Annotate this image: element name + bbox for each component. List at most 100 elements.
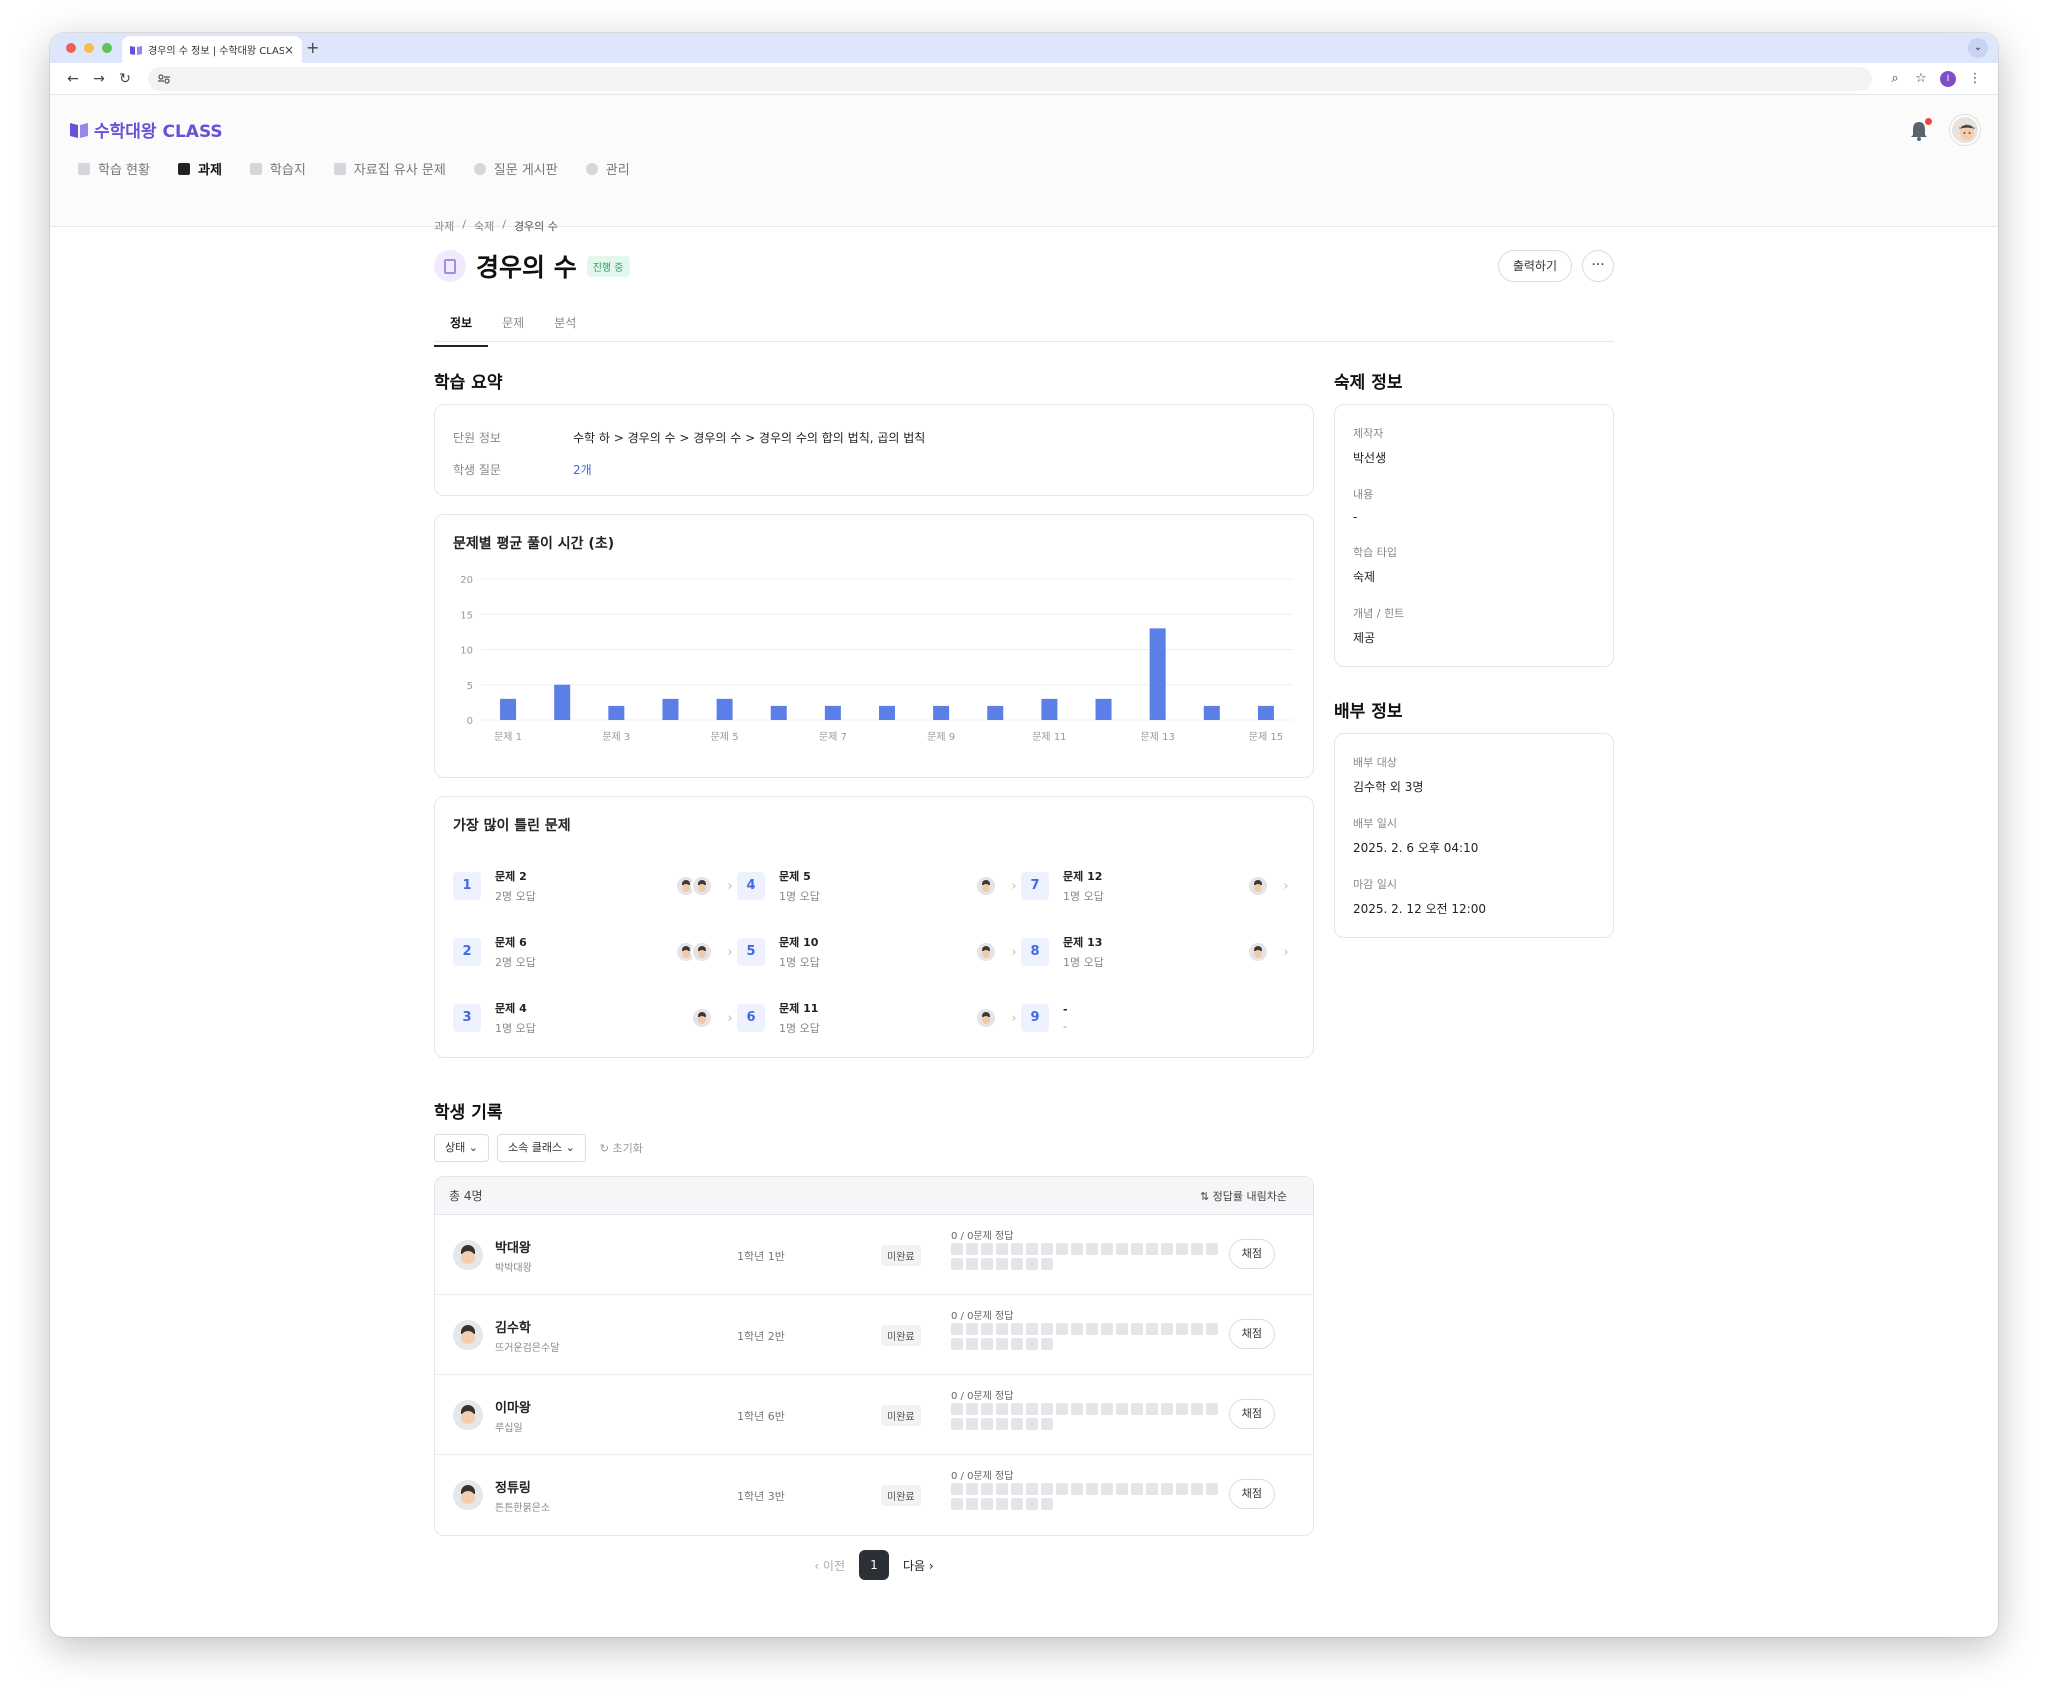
wrong-problem-item[interactable]: 6 문제 11 1명 오답 › bbox=[737, 995, 1021, 1041]
nav-question-board[interactable]: 질문 게시판 bbox=[473, 159, 558, 178]
wrong-problem-item[interactable]: 7 문제 12 1명 오답 › bbox=[1021, 863, 1293, 909]
nav-assignments[interactable]: 과제 bbox=[177, 159, 222, 178]
y-tick-label: 0 bbox=[467, 716, 473, 727]
answer-box bbox=[996, 1323, 1008, 1335]
brand-logo[interactable]: 수학대왕 CLASS bbox=[70, 117, 223, 142]
answer-box bbox=[981, 1243, 993, 1255]
next-page-button[interactable]: 다음 › bbox=[903, 1557, 934, 1574]
wrong-problem-text: 문제 11 1명 오답 bbox=[779, 1000, 981, 1036]
student-row[interactable]: 김수학 뜨거운검은수달 1학년 2반 미완료 0 / 0문제 정답 채점 bbox=[435, 1295, 1313, 1375]
answer-box bbox=[981, 1323, 993, 1335]
bar-chart: 0 5 10 15 20 문제 1 문제 3 문제 5 문제 7 문제 9 문제 11 문제 13 문제… bbox=[460, 575, 1293, 743]
bar bbox=[1149, 628, 1166, 720]
chart-title: 문제별 평균 풀이 시간 (초) bbox=[453, 536, 615, 552]
grade-button[interactable]: 채점 bbox=[1228, 1239, 1275, 1269]
forward-arrow-icon[interactable]: → bbox=[86, 71, 112, 87]
problem-name: 문제 12 bbox=[1063, 870, 1103, 883]
reload-icon[interactable]: ↻ bbox=[112, 71, 138, 87]
browser-menu-icon[interactable]: ⋮ bbox=[1962, 71, 1988, 86]
user-avatar[interactable] bbox=[1950, 115, 1980, 145]
unit-value: 수학 하 > 경우의 수 > 경우의 수 > 경우의 수의 합의 법칙, 곱의 … bbox=[573, 430, 926, 445]
tab-problems[interactable]: 문제 bbox=[502, 310, 524, 341]
wrong-problem-item[interactable]: 1 문제 2 2명 오답 › bbox=[453, 863, 737, 909]
most-wrong-grid: 1 문제 2 2명 오답 › 4 문제 5 1명 오답 › 7 문제 12 1명 오답 › 2 문제 62… bbox=[453, 863, 1293, 1041]
answer-box bbox=[1191, 1243, 1203, 1255]
student-row[interactable]: 박대왕 박박대왕 1학년 1반 미완료 0 / 0문제 정답 채점 bbox=[435, 1215, 1313, 1295]
student-row[interactable]: 이마왕 루십일 1학년 6반 미완료 0 / 0문제 정답 채점 bbox=[435, 1375, 1313, 1455]
answer-box bbox=[1116, 1483, 1128, 1495]
x-tick-label: 문제 5 bbox=[711, 731, 739, 743]
browser-tab[interactable]: 경우의 수 정보 | 수학대왕 CLASS × bbox=[122, 36, 302, 63]
answer-box bbox=[966, 1258, 978, 1270]
document-icon bbox=[177, 162, 190, 175]
minimize-window-button[interactable] bbox=[84, 43, 94, 53]
wrong-problem-item[interactable]: 4 문제 5 1명 오답 › bbox=[737, 863, 1021, 909]
nav-learning-status[interactable]: 학습 현황 bbox=[78, 159, 150, 178]
breadcrumb-item[interactable]: 과제 bbox=[434, 218, 454, 234]
prev-page-button[interactable]: ‹ 이전 bbox=[814, 1557, 845, 1574]
chevron-right-icon[interactable]: › bbox=[1007, 945, 1021, 960]
rank-badge: 7 bbox=[1021, 872, 1049, 900]
more-options-button[interactable]: ··· bbox=[1582, 250, 1614, 282]
notification-dot bbox=[1925, 118, 1932, 125]
student-row[interactable]: 정튜링 튼튼한붉은소 1학년 3반 미완료 0 / 0문제 정답 채점 bbox=[435, 1455, 1313, 1535]
student-name: 정튜링 bbox=[495, 1481, 531, 1496]
status-filter[interactable]: 상태 ⌄ bbox=[434, 1134, 489, 1162]
answer-box bbox=[966, 1418, 978, 1430]
grade-button[interactable]: 채점 bbox=[1228, 1479, 1275, 1509]
answer-grid bbox=[951, 1243, 1227, 1270]
chevron-right-icon[interactable]: › bbox=[1007, 1011, 1021, 1026]
answer-grid bbox=[951, 1323, 1227, 1350]
book-icon bbox=[130, 45, 142, 55]
nav-similar-problems[interactable]: 자료집 유사 문제 bbox=[333, 159, 446, 178]
tab-search-button[interactable]: ⌄ bbox=[1968, 38, 1988, 58]
avatar-group bbox=[675, 875, 713, 897]
grade-button[interactable]: 채점 bbox=[1228, 1399, 1275, 1429]
student-class: 1학년 1반 bbox=[737, 1250, 785, 1263]
chevron-right-icon[interactable]: › bbox=[1279, 879, 1293, 894]
questions-link[interactable]: 2개 bbox=[573, 461, 592, 478]
back-arrow-icon[interactable]: ← bbox=[60, 71, 86, 87]
wrong-count: 1명 오답 bbox=[1063, 956, 1104, 969]
wrong-problem-item[interactable]: 2 문제 6 2명 오답 › bbox=[453, 929, 737, 975]
new-tab-button[interactable]: + bbox=[306, 38, 319, 57]
nav-management[interactable]: 관리 bbox=[585, 159, 630, 178]
maximize-window-button[interactable] bbox=[102, 43, 112, 53]
reset-button[interactable]: ↻ 초기화 bbox=[600, 1140, 643, 1156]
tab-title: 경우의 수 정보 | 수학대왕 CLASS bbox=[148, 46, 284, 57]
chevron-right-icon[interactable]: › bbox=[1279, 945, 1293, 960]
sort-button[interactable]: ⇅ 정답률 내림차순 bbox=[1200, 1188, 1287, 1204]
tab-info[interactable]: 정보 bbox=[433, 310, 489, 347]
tab-analysis[interactable]: 분석 bbox=[554, 310, 576, 341]
student-nickname: 뜨거운검은수달 bbox=[495, 1343, 560, 1354]
nav-worksheets[interactable]: 학습지 bbox=[249, 159, 306, 178]
breadcrumb-item[interactable]: 숙제 bbox=[474, 218, 494, 234]
bar bbox=[662, 698, 679, 720]
chevron-right-icon[interactable]: › bbox=[723, 1011, 737, 1026]
print-button[interactable]: 출력하기 bbox=[1497, 250, 1572, 282]
completion-status: 미완료 bbox=[881, 1485, 921, 1506]
chevron-right-icon[interactable]: › bbox=[1007, 879, 1021, 894]
answer-box bbox=[1176, 1483, 1188, 1495]
wrong-problem-item[interactable]: 5 문제 10 1명 오답 › bbox=[737, 929, 1021, 975]
total-count: 총 4명 bbox=[449, 1189, 483, 1203]
tab-close-icon[interactable]: × bbox=[284, 43, 294, 57]
browser-profile-avatar[interactable]: I bbox=[1940, 70, 1956, 87]
page-number[interactable]: 1 bbox=[859, 1550, 889, 1580]
chevron-right-icon[interactable]: › bbox=[723, 879, 737, 894]
close-window-button[interactable] bbox=[66, 43, 76, 53]
zoom-icon[interactable]: ⌕ bbox=[1882, 71, 1908, 86]
bar bbox=[500, 698, 517, 720]
wrong-problem-item[interactable]: 3 문제 4 1명 오답 › bbox=[453, 995, 737, 1041]
problem-name: 문제 10 bbox=[779, 936, 819, 949]
wrong-count: 1명 오답 bbox=[779, 890, 820, 903]
address-bar[interactable] bbox=[148, 66, 1872, 91]
class-filter[interactable]: 소속 클래스 ⌄ bbox=[496, 1134, 586, 1162]
breadcrumb-separator: / bbox=[502, 218, 506, 231]
window-controls bbox=[66, 43, 112, 53]
grade-button[interactable]: 채점 bbox=[1228, 1319, 1275, 1349]
bookmark-star-icon[interactable]: ☆ bbox=[1908, 71, 1934, 86]
site-settings-icon[interactable] bbox=[158, 73, 170, 84]
chevron-right-icon[interactable]: › bbox=[723, 945, 737, 960]
wrong-problem-item[interactable]: 8 문제 13 1명 오답 › bbox=[1021, 929, 1293, 975]
